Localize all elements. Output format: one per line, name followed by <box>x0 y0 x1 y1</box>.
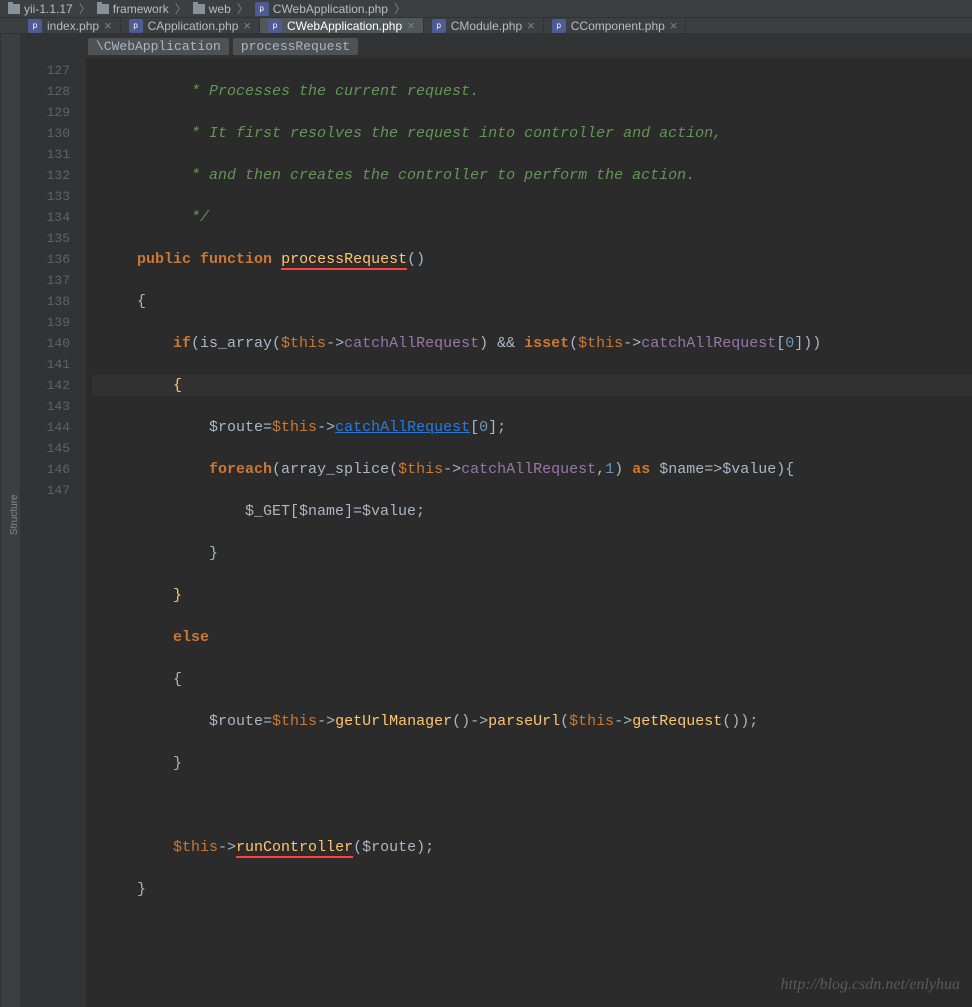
breadcrumb-item[interactable]: CWebApplication.php <box>251 2 392 16</box>
php-file-icon <box>129 19 143 33</box>
chevron-right-icon: 〉 <box>235 0 251 17</box>
tool-window-bar: Structure Project <box>0 34 20 1007</box>
folder-icon <box>193 4 205 14</box>
tab-file[interactable]: index.php× <box>20 18 121 33</box>
close-icon[interactable]: × <box>407 18 415 33</box>
php-file-icon <box>268 19 282 33</box>
breadcrumb-class[interactable]: \CWebApplication <box>88 38 229 55</box>
sidebar-item-structure[interactable]: Structure <box>9 494 20 535</box>
breadcrumb-item[interactable]: web <box>189 2 235 16</box>
folder-icon <box>8 4 20 14</box>
breadcrumb-item[interactable]: yii-1.1.17 <box>4 2 77 16</box>
breadcrumb-item[interactable]: framework <box>93 2 173 16</box>
line-gutter: 1271281291301311321331341351361371381391… <box>20 58 86 1007</box>
editor-tabs: index.php× CApplication.php× CWebApplica… <box>0 18 972 34</box>
tab-file-active[interactable]: CWebApplication.php× <box>260 18 424 33</box>
folder-icon <box>97 4 109 14</box>
code-editor[interactable]: 1271281291301311321331341351361371381391… <box>20 58 972 1007</box>
tab-file[interactable]: CModule.php× <box>424 18 544 33</box>
chevron-right-icon: 〉 <box>173 0 189 17</box>
chevron-right-icon: 〉 <box>77 0 93 17</box>
code-area[interactable]: * Processes the current request. * It fi… <box>86 58 972 1007</box>
tab-file[interactable]: CApplication.php× <box>121 18 260 33</box>
php-file-icon <box>432 19 446 33</box>
php-file-icon <box>255 2 269 16</box>
close-icon[interactable]: × <box>104 18 112 33</box>
breadcrumb-bar: yii-1.1.17 〉 framework 〉 web 〉 CWebAppli… <box>0 0 972 18</box>
tab-file[interactable]: CComponent.php× <box>544 18 687 33</box>
close-icon[interactable]: × <box>243 18 251 33</box>
close-icon[interactable]: × <box>670 18 678 33</box>
watermark-text: http://blog.csdn.net/enlyhua <box>780 974 960 995</box>
php-file-icon <box>552 19 566 33</box>
breadcrumb-method[interactable]: processRequest <box>233 38 358 55</box>
php-file-icon <box>28 19 42 33</box>
code-breadcrumb: \CWebApplication processRequest <box>20 34 972 58</box>
close-icon[interactable]: × <box>527 18 535 33</box>
chevron-right-icon: 〉 <box>392 0 408 17</box>
